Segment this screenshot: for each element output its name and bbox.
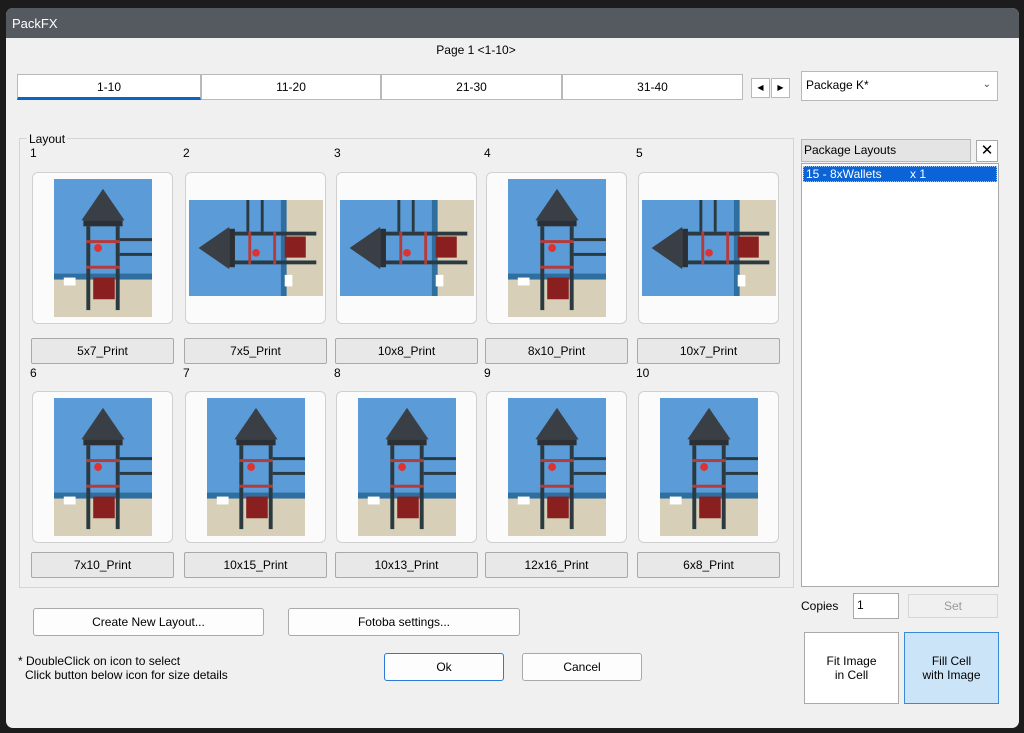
packfx-window: PackFX Page 1 <1-10> 1-10 11-20 21-30 31… [6,8,1019,728]
layout-photo-image [659,398,758,536]
package-item-qty: x 1 [910,167,927,181]
layout-size-button[interactable]: 7x10_Print [31,552,174,578]
tab-scroll-left-icon[interactable]: ◀ [751,78,770,98]
layout-photo-image [53,398,152,536]
layout-photo-image [339,200,474,296]
layout-thumbnail-6[interactable] [32,391,173,543]
tab-1-10[interactable]: 1-10 [17,74,201,100]
tab-scroll-arrows: ◀ ▶ [751,78,791,98]
layout-number: 5 [636,146,643,160]
fotoba-settings-button[interactable]: Fotoba settings... [288,608,520,636]
ok-button[interactable]: Ok [384,653,504,681]
create-new-layout-button[interactable]: Create New Layout... [33,608,264,636]
hint-text: * DoubleClick on icon to select Click bu… [18,654,228,682]
close-icon[interactable]: ✕ [976,140,998,162]
package-layouts-header: Package Layouts [801,139,971,162]
set-button[interactable]: Set [908,594,998,618]
layout-number: 7 [183,366,190,380]
tab-scroll-right-icon[interactable]: ▶ [771,78,790,98]
layout-size-button[interactable]: 6x8_Print [637,552,780,578]
cancel-button[interactable]: Cancel [522,653,642,681]
layout-number: 8 [334,366,341,380]
package-item-name: 15 - 8xWallets [806,167,882,181]
layout-thumbnail-4[interactable] [486,172,627,324]
layout-photo-image [188,200,323,296]
copies-input[interactable]: 1 [853,593,899,619]
layout-thumbnail-9[interactable] [486,391,627,543]
layout-size-button[interactable]: 7x5_Print [184,338,327,364]
layout-number: 6 [30,366,37,380]
fit-image-in-cell-button[interactable]: Fit Image in Cell [804,632,899,704]
layout-thumbnail-10[interactable] [638,391,779,543]
page-label: Page 1 <1-10> [436,43,516,57]
layout-size-button[interactable]: 10x13_Print [335,552,478,578]
fill-cell-with-image-button[interactable]: Fill Cell with Image [904,632,999,704]
layout-size-button[interactable]: 10x15_Print [184,552,327,578]
list-item[interactable]: 15 - 8xWallets x 1 [803,166,997,182]
layout-number: 1 [30,146,37,160]
layout-number: 10 [636,366,650,380]
layout-photo-image [641,200,776,296]
layout-photo-image [357,398,456,536]
layout-size-button[interactable]: 12x16_Print [485,552,628,578]
layout-thumbnail-1[interactable] [32,172,173,324]
layout-photo-image [206,398,305,536]
layout-thumbnail-3[interactable] [336,172,477,324]
hint-line-1: * DoubleClick on icon to select [18,654,181,668]
hint-line-2: Click button below icon for size details [25,668,228,682]
layout-size-button[interactable]: 10x7_Print [637,338,780,364]
layout-photo-image [53,179,152,317]
package-dropdown[interactable]: Package K* ⌄ [801,71,998,101]
layout-thumbnail-2[interactable] [185,172,326,324]
layout-number: 9 [484,366,491,380]
layout-size-button[interactable]: 10x8_Print [335,338,478,364]
layout-size-button[interactable]: 5x7_Print [31,338,174,364]
title-bar: PackFX [6,8,1019,38]
package-dropdown-value: Package K* [806,78,869,92]
layout-photo-image [507,179,606,317]
layout-thumbnail-8[interactable] [336,391,477,543]
chevron-down-icon: ⌄ [982,79,991,90]
tab-11-20[interactable]: 11-20 [201,74,381,100]
layout-group-label: Layout [27,132,68,146]
package-layouts-list[interactable]: 15 - 8xWallets x 1 [801,163,999,587]
tab-31-40[interactable]: 31-40 [562,74,743,100]
window-title: PackFX [12,16,58,31]
layout-number: 2 [183,146,190,160]
layout-number: 4 [484,146,491,160]
copies-label: Copies [801,599,839,613]
layout-photo-image [507,398,606,536]
layout-number: 3 [334,146,341,160]
layout-size-button[interactable]: 8x10_Print [485,338,628,364]
layout-thumbnail-7[interactable] [185,391,326,543]
tab-21-30[interactable]: 21-30 [381,74,562,100]
layout-thumbnail-5[interactable] [638,172,779,324]
